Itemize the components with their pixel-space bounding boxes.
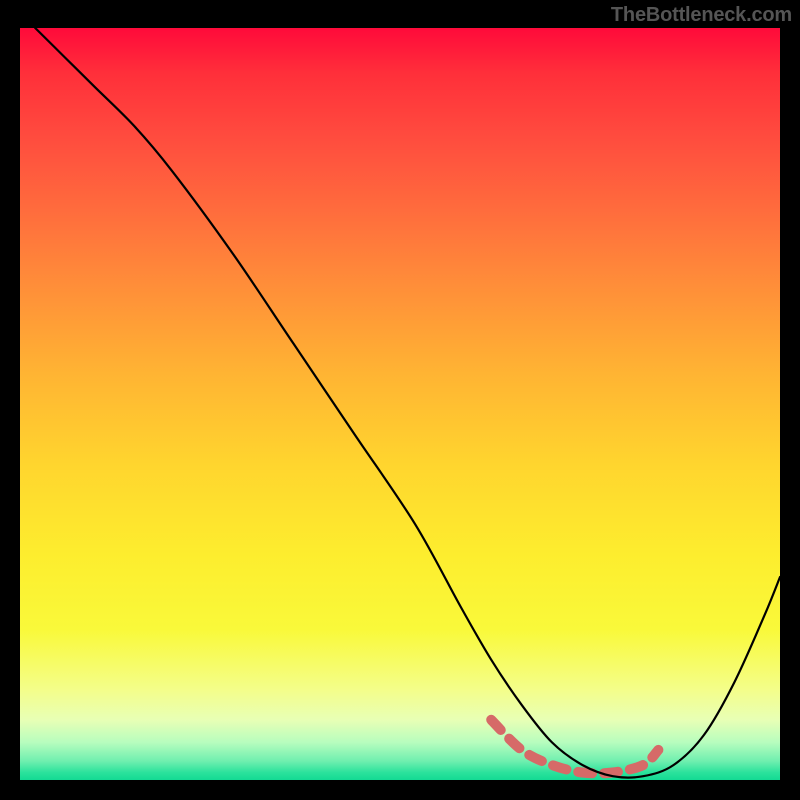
watermark-text: TheBottleneck.com	[611, 4, 792, 27]
chart-svg	[20, 28, 780, 780]
plot-area	[20, 28, 780, 780]
plot-container	[20, 28, 780, 780]
optimal-range-marker	[491, 720, 658, 774]
bottleneck-curve-line	[35, 28, 780, 778]
chart-frame: TheBottleneck.com	[0, 0, 800, 800]
